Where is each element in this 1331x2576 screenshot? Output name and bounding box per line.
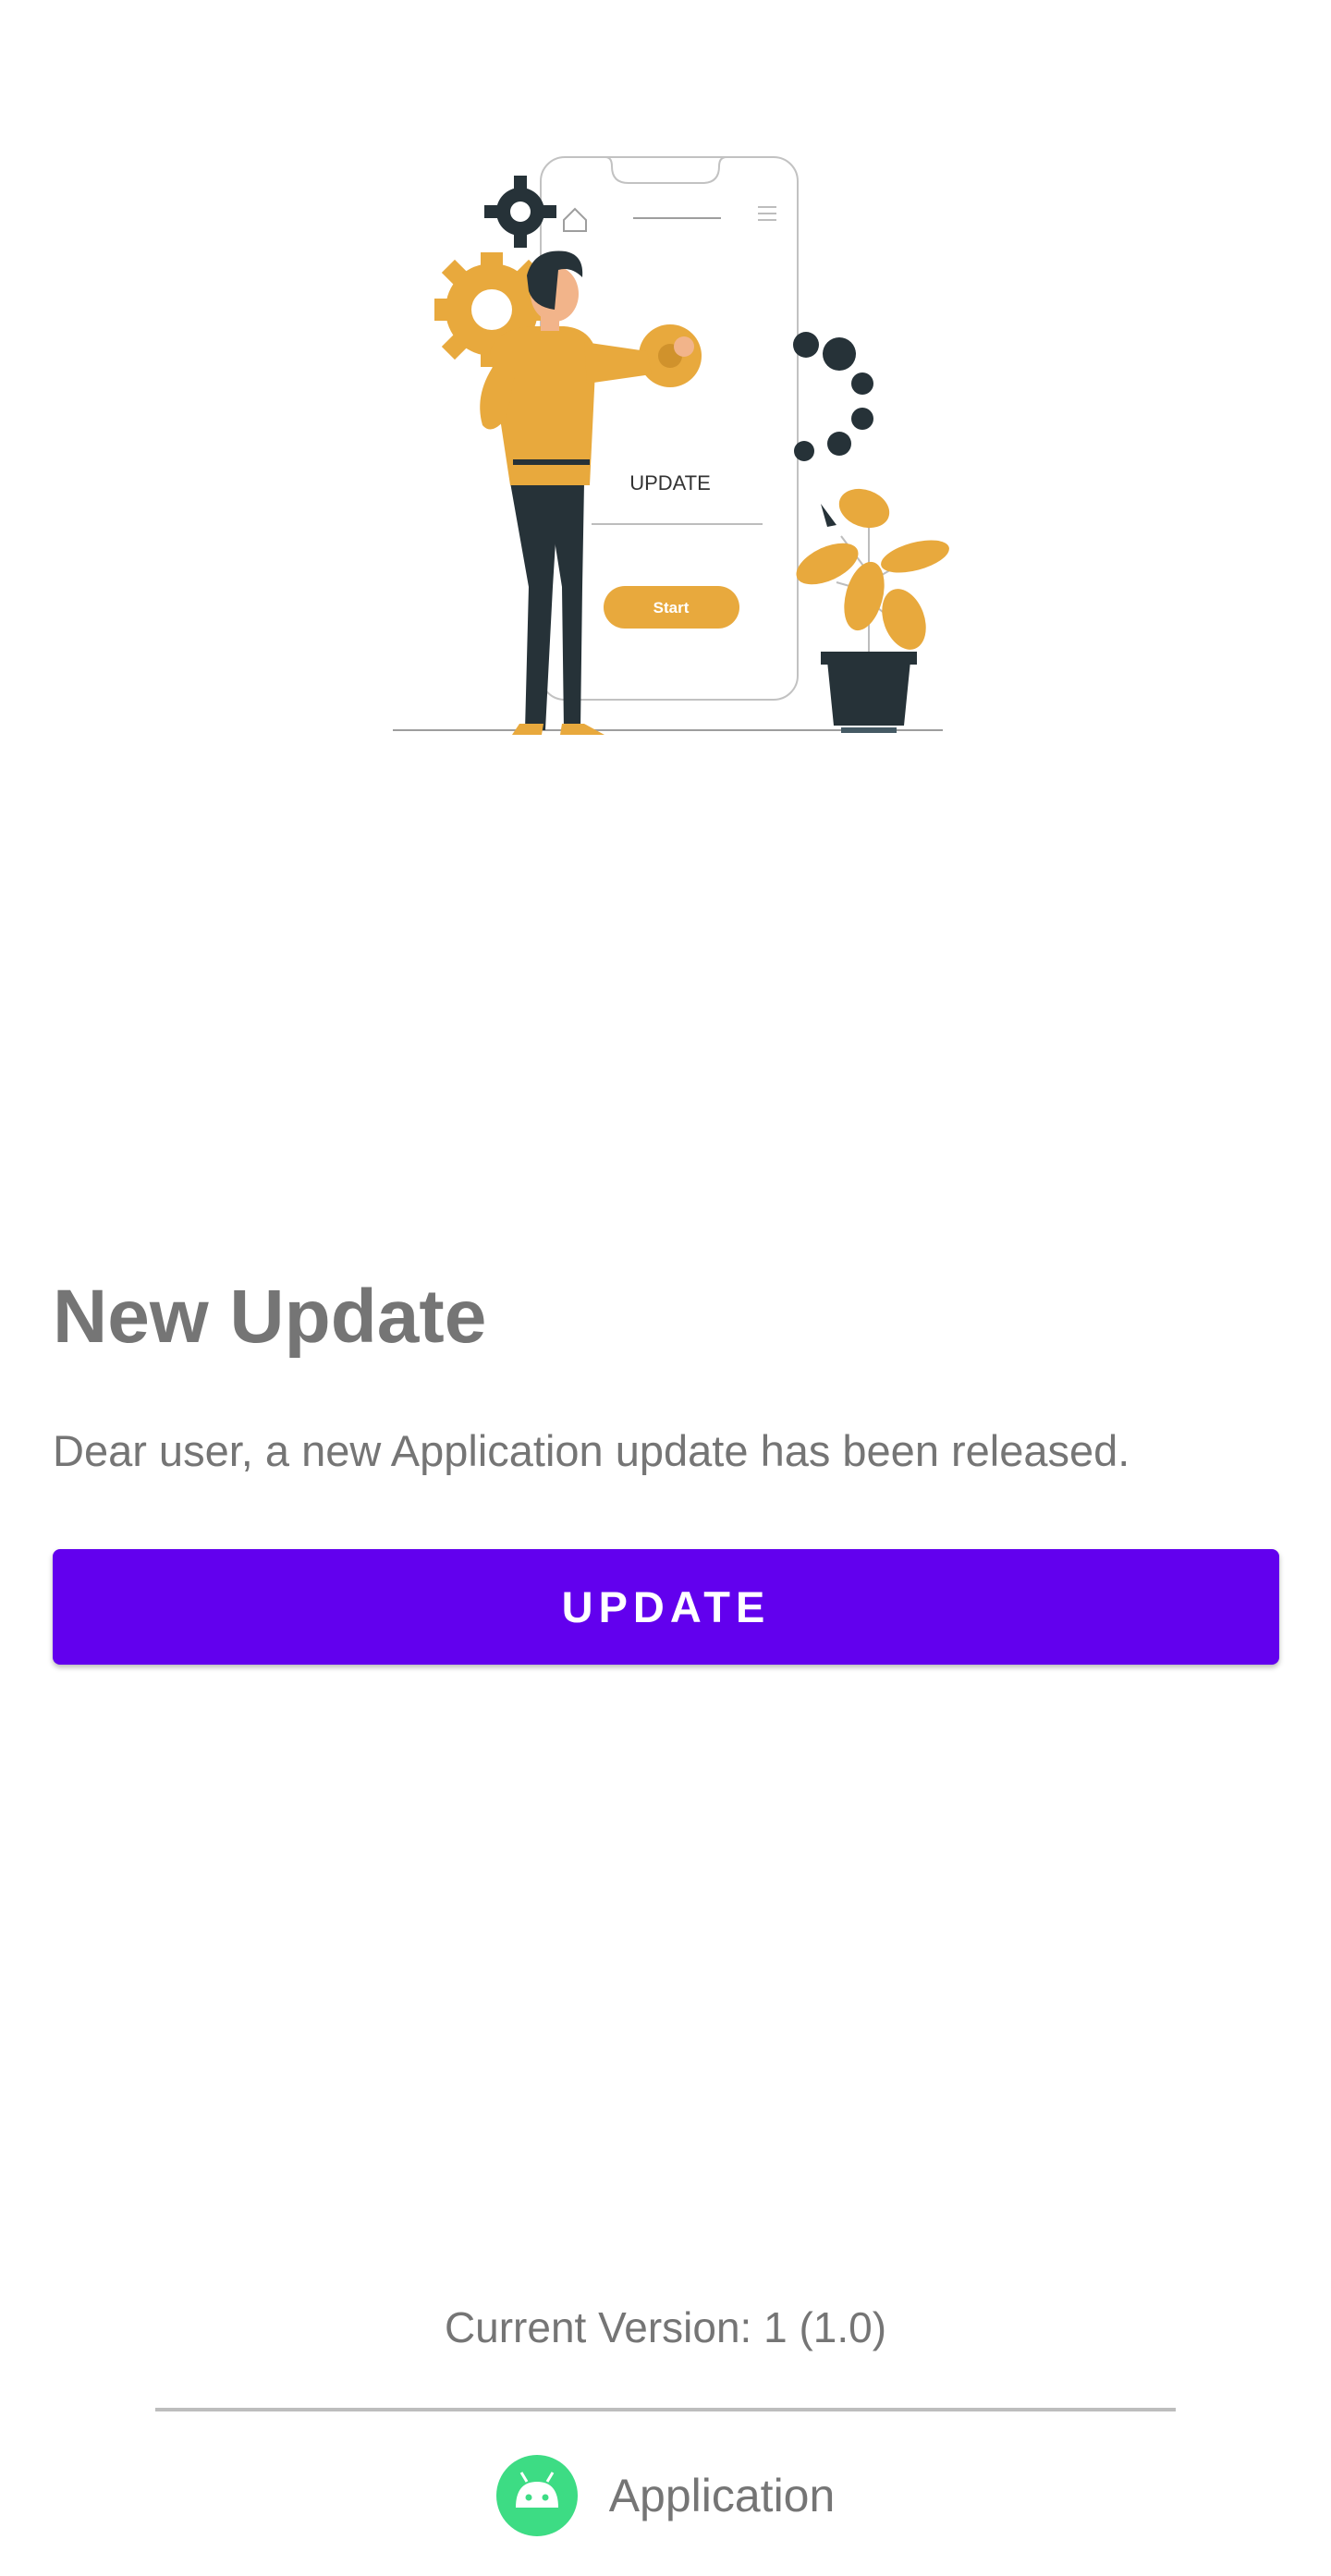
update-illustration: UPDATE Start xyxy=(370,139,980,739)
loading-dots-icon xyxy=(793,332,873,461)
phone-screen-heading: UPDATE xyxy=(629,471,711,494)
android-icon xyxy=(495,2455,578,2536)
app-info: Application xyxy=(0,2454,1331,2537)
app-name-label: Application xyxy=(608,2470,836,2521)
update-title: New Update xyxy=(53,1275,487,1359)
current-version-text: Current Version: 1 (1.0) xyxy=(444,2303,887,2351)
update-message: Dear user, a new Application update has … xyxy=(53,1426,1130,1475)
gear-icon xyxy=(639,324,702,387)
phone-start-label: Start xyxy=(653,599,690,617)
plant-icon xyxy=(796,488,949,733)
update-button[interactable]: UPDATE xyxy=(53,1549,1279,1665)
footer-divider xyxy=(155,2408,1176,2411)
